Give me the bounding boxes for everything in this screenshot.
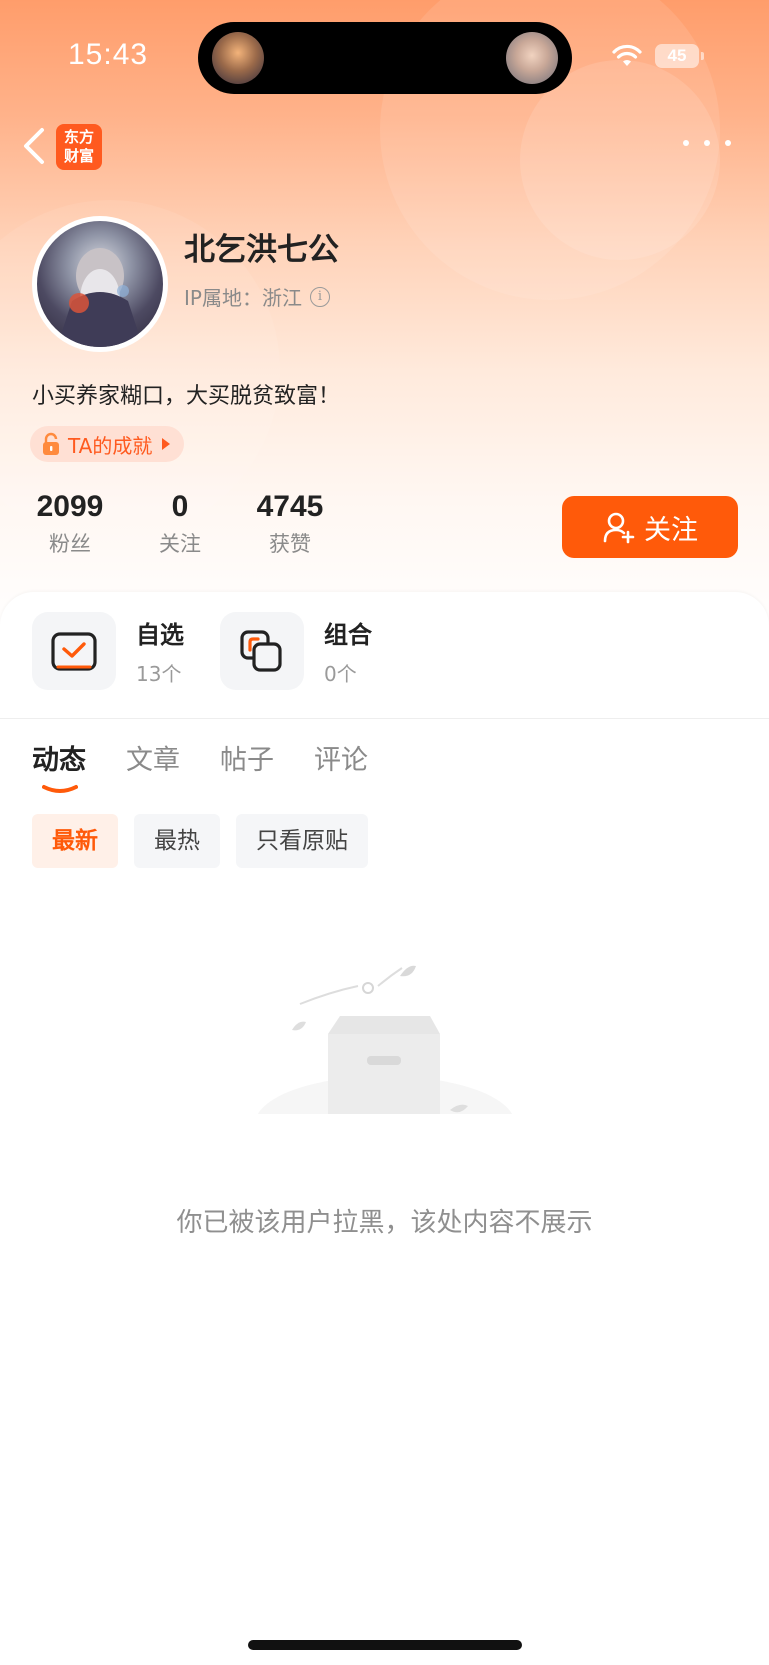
watchlist-check-icon	[32, 612, 116, 690]
filter-hottest[interactable]: 最热	[134, 814, 220, 868]
status-time: 15:43	[68, 38, 149, 71]
tab-posts[interactable]: 帖子	[220, 738, 274, 777]
tab-label: 评论	[314, 745, 368, 776]
portfolio-count: 0个	[324, 662, 357, 686]
portfolio-icon	[220, 612, 304, 690]
divider	[0, 718, 769, 719]
add-user-icon	[603, 512, 635, 544]
stat-following[interactable]: 0 关注	[140, 490, 220, 558]
dynamic-island	[198, 22, 572, 94]
content-tabs: 动态 文章 帖子 评论	[32, 738, 368, 793]
app-logo-line1: 东方	[63, 128, 94, 146]
ip-value: 浙江	[261, 286, 302, 310]
stat-value: 0	[171, 490, 189, 523]
battery-icon: 45	[655, 44, 704, 68]
portfolio-shortcut[interactable]: 组合 0个	[220, 612, 388, 690]
profile-stats: 2099 粉丝 0 关注 4745 获赞	[30, 490, 330, 558]
empty-state-message: 你已被该用户拉黑，该处内容不展示	[176, 1208, 593, 1238]
stat-label: 关注	[159, 532, 201, 556]
tab-label: 动态	[32, 745, 86, 776]
sort-filters: 最新 最热 只看原贴	[32, 814, 368, 868]
dot	[683, 140, 689, 146]
watchlist-title: 自选	[136, 621, 184, 649]
dot	[704, 140, 710, 146]
stat-followers[interactable]: 2099 粉丝	[30, 490, 110, 558]
tab-label: 帖子	[220, 745, 274, 776]
status-indicators: 45	[611, 44, 704, 68]
avatar-portrait-image	[57, 248, 143, 347]
ip-label: IP属地：	[184, 286, 262, 310]
achievement-label: TA的成就	[68, 433, 153, 458]
tab-active-indicator	[42, 785, 78, 793]
tab-articles[interactable]: 文章	[126, 738, 180, 777]
avatar[interactable]	[32, 216, 168, 352]
back-button[interactable]	[14, 122, 58, 170]
user-bio: 小买养家糊口，大买脱贫致富！	[32, 384, 341, 409]
watchlist-shortcut[interactable]: 自选 13个	[32, 612, 200, 690]
home-indicator[interactable]	[248, 1640, 522, 1650]
status-bar: 15:43 45	[0, 0, 769, 110]
stat-label: 粉丝	[49, 532, 91, 556]
tab-comments[interactable]: 评论	[314, 738, 368, 777]
username: 北乞洪七公	[184, 232, 339, 268]
island-media-thumbnail	[212, 32, 264, 84]
back-arrow-icon	[24, 128, 44, 164]
follow-button[interactable]: 关注	[562, 496, 738, 558]
portfolio-title: 组合	[324, 621, 372, 649]
wifi-icon	[612, 44, 642, 66]
filter-original-only[interactable]: 只看原贴	[236, 814, 368, 868]
info-icon[interactable]: i	[309, 286, 330, 307]
unlock-icon	[43, 432, 59, 455]
follow-button-label: 关注	[644, 514, 698, 546]
dot	[725, 140, 731, 146]
watchlist-count: 13个	[136, 662, 182, 686]
achievement-badge-button[interactable]: TA的成就	[30, 426, 185, 462]
stat-likes[interactable]: 4745 获赞	[250, 490, 330, 558]
ip-location: IP属地：浙江 i	[184, 282, 330, 311]
stat-label: 获赞	[269, 532, 311, 556]
chevron-right-icon	[162, 438, 171, 450]
app-logo-line2: 财富	[63, 147, 94, 165]
island-contact-avatar	[506, 32, 558, 84]
stat-value: 4745	[256, 490, 324, 523]
tab-label: 文章	[126, 745, 180, 776]
stat-value: 2099	[36, 490, 104, 523]
more-dots-icon[interactable]	[683, 128, 731, 158]
empty-box-illustration	[240, 965, 530, 1154]
asset-shortcuts: 自选 13个 组合 0个	[32, 612, 388, 690]
top-navigation: 东方 财富	[0, 116, 769, 176]
filter-latest[interactable]: 最新	[32, 814, 118, 868]
tab-dynamics[interactable]: 动态	[32, 738, 86, 793]
app-logo[interactable]: 东方 财富	[56, 124, 102, 170]
